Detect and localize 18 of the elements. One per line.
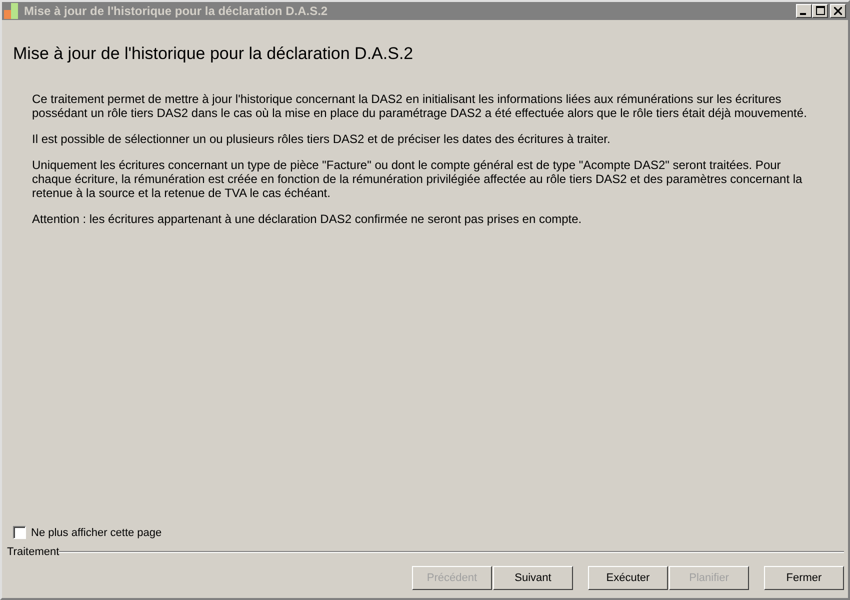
minimize-button[interactable]	[796, 4, 812, 18]
description-paragraph: Attention : les écritures appartenant à une déclaration DAS2 confirmée ne seront pas prises en compte.	[32, 212, 583, 226]
close-icon	[834, 7, 842, 15]
dialog-button[interactable]: Exécuter	[588, 566, 668, 590]
dialog-button[interactable]: Suivant	[493, 566, 573, 590]
maximize-icon	[816, 6, 824, 15]
description-paragraph: Il est possible de sélectionner un ou plusieurs rôles tiers DAS2 et de préciser les dates des écritures à traiter.	[32, 132, 612, 146]
checkbox-label: Ne plus afficher cette page	[31, 526, 162, 538]
window-title: Mise à jour de l'historique pour la déclaration D.A.S.2	[24, 4, 329, 18]
description-paragraph: Uniquement les écritures concernant un type de pièce "Facture" ou dont le compte général est de type "Acompte DAS2" seront traitées. Pour chaque écriture, la rémunération est créée en fonction de la rémunération privilégiée affectée au rôle tiers DAS2 et des paramètres concernant la retenue à la source et la retenue de TVA le cas échéant.	[32, 158, 804, 200]
dialog-button[interactable]: Fermer	[764, 566, 844, 590]
group-label: Traitement	[7, 546, 60, 558]
close-button[interactable]	[830, 4, 846, 18]
app-icon	[4, 3, 20, 19]
checkbox[interactable]	[13, 526, 26, 539]
maximize-button[interactable]	[812, 4, 828, 18]
page-heading: Mise à jour de l'historique pour la déclaration D.A.S.2	[13, 44, 414, 64]
description-paragraph: Ce traitement permet de mettre à jour l'historique concernant la DAS2 en initialisant les informations liées aux rémunérations sur les écritures possédant un rôle tiers DAS2 dans le cas où la mise en place du paramétrage DAS2 a été effectuée alors que le rôle tiers était déjà mouvementé.	[32, 92, 808, 120]
